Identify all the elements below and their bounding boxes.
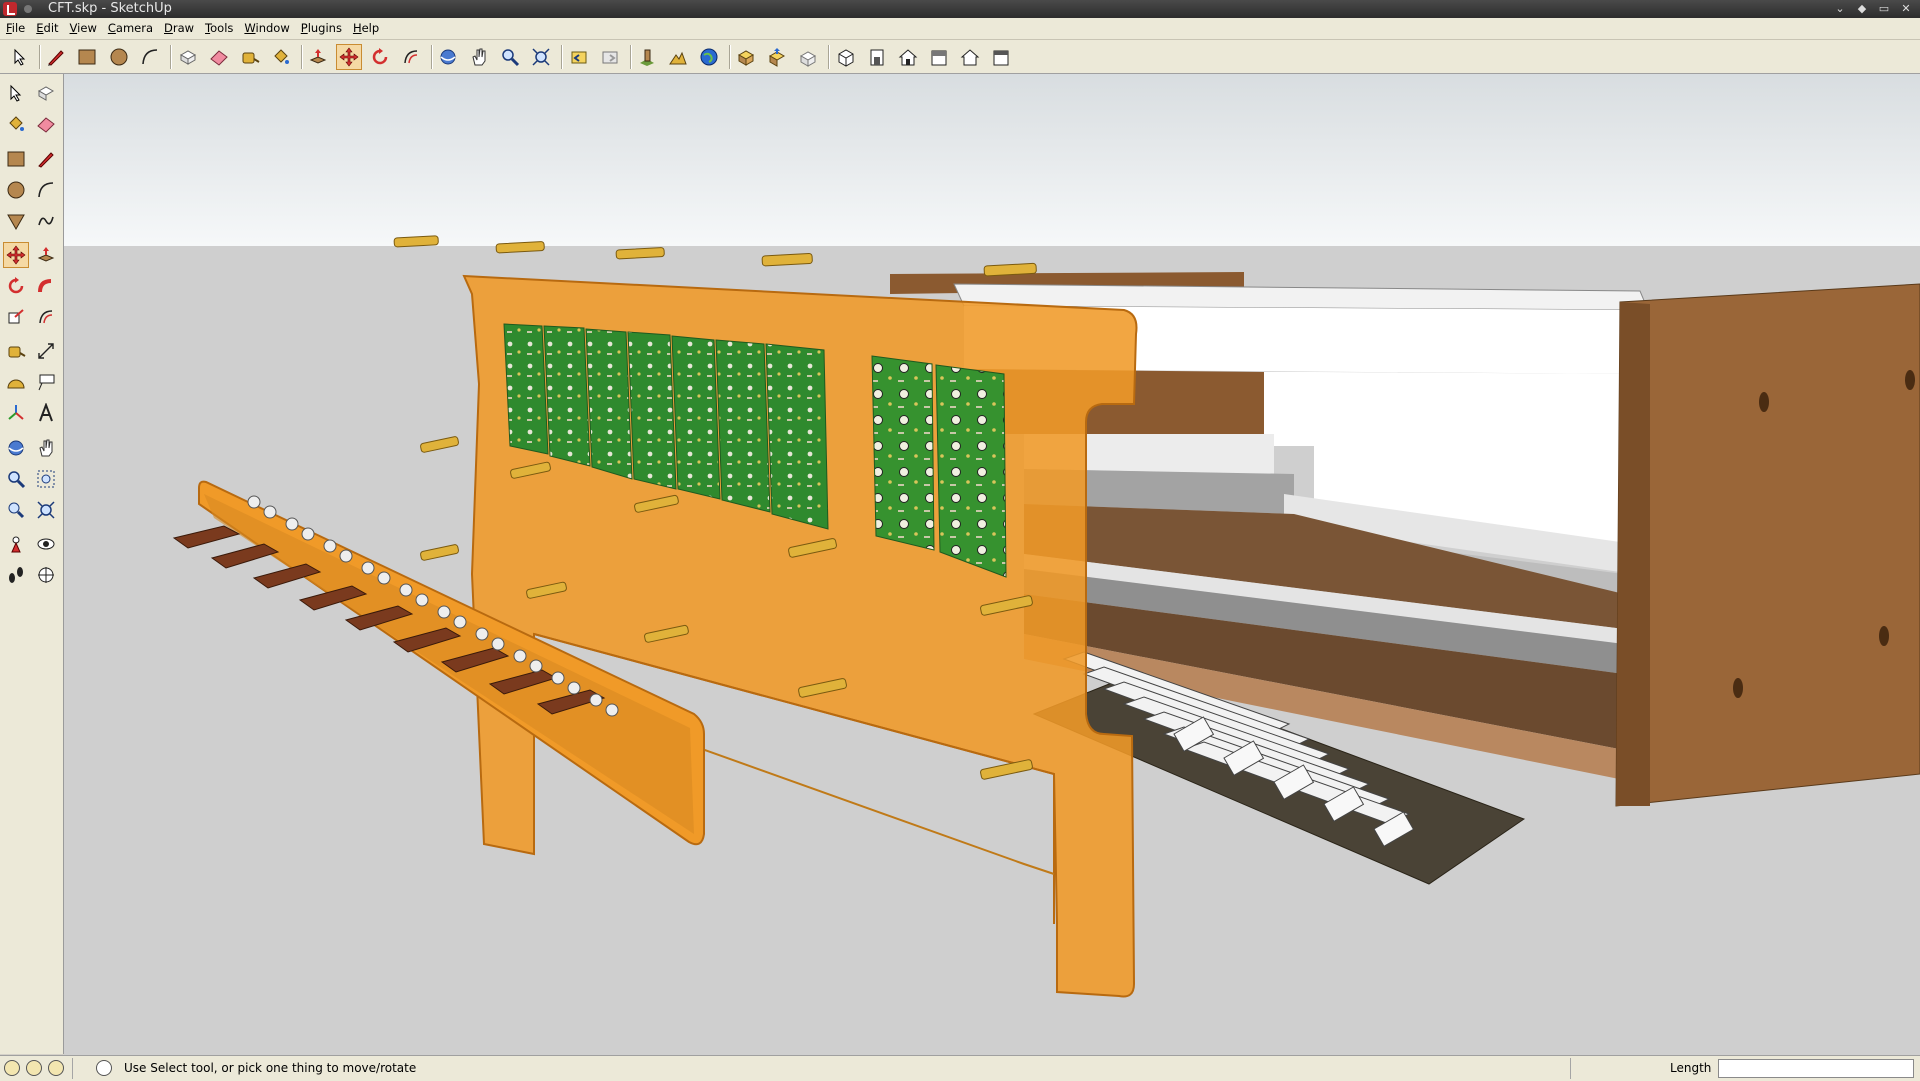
share-model-icon[interactable] bbox=[764, 44, 790, 70]
toggle-terrain-icon[interactable] bbox=[665, 44, 691, 70]
geo-location-icon[interactable] bbox=[4, 1060, 20, 1076]
previous-view-icon[interactable] bbox=[3, 497, 29, 523]
arc-icon[interactable] bbox=[33, 177, 59, 203]
look-around-icon[interactable] bbox=[33, 531, 59, 557]
rectangle-icon[interactable] bbox=[3, 146, 29, 172]
right-view-icon[interactable] bbox=[926, 44, 952, 70]
back-view-icon[interactable] bbox=[895, 44, 921, 70]
menu-view[interactable]: View bbox=[64, 18, 102, 39]
offset-icon[interactable] bbox=[33, 304, 59, 330]
select-icon[interactable] bbox=[7, 44, 33, 70]
menu-tools[interactable]: Tools bbox=[199, 18, 238, 39]
scale-icon[interactable] bbox=[3, 304, 29, 330]
zoom-extents-icon[interactable] bbox=[528, 44, 554, 70]
menu-window[interactable]: Window bbox=[238, 18, 294, 39]
circle-icon[interactable] bbox=[106, 44, 132, 70]
orbit-icon[interactable] bbox=[3, 435, 29, 461]
sketchup-app-icon[interactable] bbox=[3, 2, 17, 16]
large-tool-set-toolbar bbox=[0, 74, 64, 1054]
get-models-icon[interactable] bbox=[733, 44, 759, 70]
maximize-icon[interactable]: ▭ bbox=[1876, 1, 1892, 17]
top-view-icon[interactable] bbox=[988, 44, 1014, 70]
pan-icon[interactable] bbox=[466, 44, 492, 70]
protractor-icon[interactable] bbox=[3, 369, 29, 395]
model-viewport[interactable] bbox=[64, 74, 1920, 1055]
3d-text-icon[interactable] bbox=[33, 400, 59, 426]
offset-icon[interactable] bbox=[398, 44, 424, 70]
polygon-icon[interactable] bbox=[3, 208, 29, 234]
restore-icon[interactable]: ◆ bbox=[1854, 1, 1870, 17]
menu-plugins[interactable]: Plugins bbox=[295, 18, 347, 39]
iso-view-icon[interactable] bbox=[833, 44, 859, 70]
google-earth-icon[interactable] bbox=[696, 44, 722, 70]
status-bar: Use Select tool, or pick one thing to mo… bbox=[0, 1055, 1920, 1081]
menu-help[interactable]: Help bbox=[347, 18, 384, 39]
credits-icon[interactable] bbox=[26, 1060, 42, 1076]
menu-file[interactable]: File bbox=[0, 18, 30, 39]
push-pull-icon[interactable] bbox=[33, 242, 59, 268]
rectangle-icon[interactable] bbox=[74, 44, 100, 70]
axes-icon[interactable] bbox=[3, 400, 29, 426]
move-icon[interactable] bbox=[336, 44, 362, 70]
user-icon[interactable] bbox=[48, 1060, 64, 1076]
paint-bucket-icon[interactable] bbox=[3, 111, 29, 137]
title-bar: CFT.skp - SketchUp ⌄ ◆ ▭ ✕ bbox=[0, 0, 1920, 18]
close-icon[interactable]: ✕ bbox=[1898, 1, 1914, 17]
walk-icon[interactable] bbox=[3, 562, 29, 588]
tape-measure-icon[interactable] bbox=[237, 44, 263, 70]
next-view-icon[interactable] bbox=[597, 44, 623, 70]
main-toolbar bbox=[0, 40, 1920, 74]
line-icon[interactable] bbox=[33, 146, 59, 172]
position-camera-icon[interactable] bbox=[3, 531, 29, 557]
select-icon[interactable] bbox=[3, 80, 29, 106]
sky bbox=[64, 74, 1920, 246]
rotate-icon[interactable] bbox=[367, 44, 393, 70]
menu-draw[interactable]: Draw bbox=[158, 18, 199, 39]
add-location-icon[interactable] bbox=[634, 44, 660, 70]
zoom-window-icon[interactable] bbox=[33, 466, 59, 492]
share-component-icon[interactable] bbox=[795, 44, 821, 70]
pencil-icon[interactable] bbox=[43, 44, 69, 70]
menu-bar: File Edit View Camera Draw Tools Window Plugins… bbox=[0, 18, 1920, 40]
dimension-icon[interactable] bbox=[33, 338, 59, 364]
rotate-icon[interactable] bbox=[3, 273, 29, 299]
make-component-icon[interactable] bbox=[175, 44, 201, 70]
window-title: CFT.skp - SketchUp bbox=[48, 1, 172, 16]
instructor-help-icon[interactable] bbox=[96, 1060, 112, 1076]
section-plane-icon[interactable] bbox=[33, 562, 59, 588]
zoom-extents-icon[interactable] bbox=[33, 497, 59, 523]
front-view-icon[interactable] bbox=[864, 44, 890, 70]
move-icon[interactable] bbox=[3, 242, 29, 268]
zoom-icon[interactable] bbox=[497, 44, 523, 70]
make-component-icon[interactable] bbox=[33, 80, 59, 106]
menu-camera[interactable]: Camera bbox=[102, 18, 158, 39]
orbit-icon[interactable] bbox=[435, 44, 461, 70]
arc-icon[interactable] bbox=[137, 44, 163, 70]
text-icon[interactable] bbox=[33, 369, 59, 395]
menu-edit[interactable]: Edit bbox=[30, 18, 63, 39]
eraser-icon[interactable] bbox=[33, 111, 59, 137]
measurements-box[interactable] bbox=[1718, 1059, 1914, 1078]
previous-view-icon[interactable] bbox=[566, 44, 592, 70]
tape-measure-icon[interactable] bbox=[3, 338, 29, 364]
eraser-icon[interactable] bbox=[206, 44, 232, 70]
circle-icon[interactable] bbox=[3, 177, 29, 203]
zoom-icon[interactable] bbox=[3, 466, 29, 492]
minimize-icon[interactable]: ⌄ bbox=[1832, 1, 1848, 17]
sketchup-scene[interactable] bbox=[64, 74, 1920, 1055]
measurement-label: Length bbox=[1670, 1061, 1712, 1075]
pan-icon[interactable] bbox=[33, 435, 59, 461]
status-hint-text: Use Select tool, or pick one thing to mo… bbox=[124, 1061, 417, 1075]
follow-me-icon[interactable] bbox=[33, 273, 59, 299]
freehand-icon[interactable] bbox=[33, 208, 59, 234]
push-pull-icon[interactable] bbox=[305, 44, 331, 70]
paint-bucket-icon[interactable] bbox=[268, 44, 294, 70]
window-menu-dot-icon[interactable] bbox=[24, 5, 32, 13]
left-view-icon[interactable] bbox=[957, 44, 983, 70]
